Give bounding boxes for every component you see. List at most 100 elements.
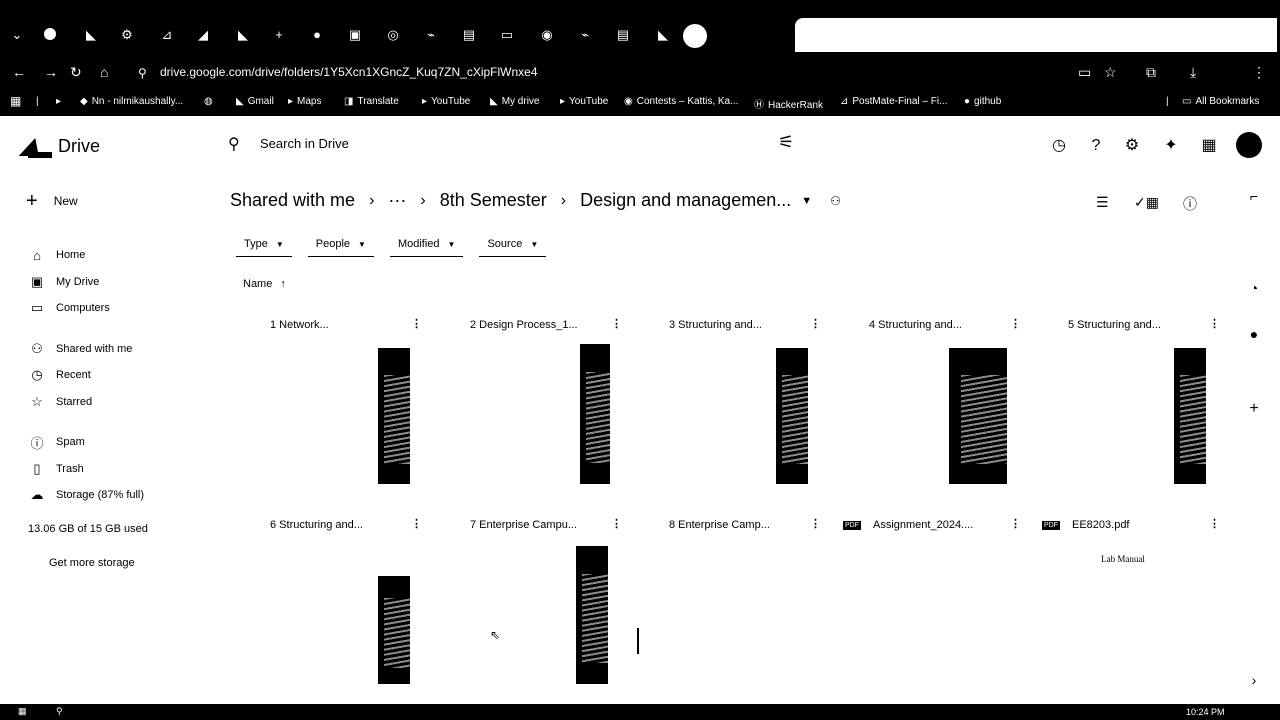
url-text[interactable]: drive.google.com/drive/folders/1Y5Xcn1XG… — [160, 65, 538, 79]
breadcrumb-ellipsis[interactable]: ··· — [388, 190, 406, 211]
search-icon[interactable]: ⚲ — [228, 134, 240, 154]
globe-icon[interactable]: ◍ — [204, 96, 213, 107]
site-info-icon[interactable]: ⚲ — [138, 66, 147, 80]
more-options-icon[interactable]: ⋮ — [411, 517, 422, 530]
search-input[interactable] — [260, 136, 710, 151]
apps-grid-icon[interactable]: ▦ — [10, 94, 21, 108]
sort-by-name[interactable]: Name ↑ — [243, 278, 286, 290]
bookmark-item[interactable]: ▸ YouTube — [422, 96, 470, 107]
bookmark-item[interactable]: ◆ Nn - nilmikaushally... — [80, 96, 183, 107]
reload-icon[interactable]: ↻ — [70, 64, 82, 81]
tab-favicon-icon[interactable]: ▣ — [346, 26, 364, 44]
contacts-icon[interactable]: ● — [1244, 326, 1264, 342]
more-options-icon[interactable]: ⋮ — [1209, 317, 1220, 330]
search-icon[interactable]: ⚲ — [56, 706, 63, 717]
all-bookmarks[interactable]: ▭ All Bookmarks — [1182, 96, 1259, 107]
info-icon[interactable]: ⓘ — [1183, 194, 1197, 214]
tab-favicon-icon[interactable]: ◎ — [384, 26, 402, 44]
sidebar-item-spam[interactable]: ⓘ Spam — [20, 429, 190, 456]
grid-view-icon[interactable]: ✓▦ — [1134, 194, 1159, 211]
sidebar-item-computers[interactable]: ▭ Computers — [20, 295, 190, 322]
file-card[interactable]: 7 Enterprise Campu... ⋮ — [460, 516, 632, 692]
tab-favicon-icon[interactable]: ⌁ — [576, 26, 594, 44]
tab-favicon-icon[interactable] — [683, 24, 707, 48]
side-panel-toggle-icon[interactable]: ⌐ — [1244, 188, 1264, 204]
folder-menu-caret-icon[interactable]: ▼ — [801, 195, 812, 207]
system-clock[interactable]: 10:24 PM — [1186, 707, 1225, 717]
download-icon[interactable]: ⤓ — [1190, 64, 1196, 81]
tab-list-chevron-icon[interactable]: ⌄ — [8, 26, 26, 44]
install-app-icon[interactable]: ▭ — [1078, 64, 1091, 81]
tab-favicon-icon[interactable] — [44, 28, 56, 40]
file-card[interactable]: 4 Structuring and... ⋮ — [859, 316, 1031, 492]
file-card[interactable]: 2 Design Process_1... ⋮ — [460, 316, 632, 492]
tab-favicon-icon[interactable]: ⚙ — [118, 26, 136, 44]
sidebar-item-home[interactable]: ⌂ Home — [20, 242, 190, 269]
more-options-icon[interactable]: ⋮ — [1010, 317, 1021, 330]
tasks-icon[interactable]: ◔ — [1244, 280, 1264, 296]
start-icon[interactable]: ▦ — [18, 706, 27, 717]
filter-type[interactable]: Type ▼ — [236, 238, 292, 257]
sidebar-item-trash[interactable]: ▯ Trash — [20, 456, 190, 483]
tab-favicon-icon[interactable]: ⌁ — [422, 26, 440, 44]
sidebar-item-my-drive[interactable]: ▣ My Drive — [20, 269, 190, 296]
more-options-icon[interactable]: ⋮ — [810, 517, 821, 530]
shared-folder-icon[interactable]: ⚇ — [830, 194, 841, 208]
file-card[interactable]: 3 Structuring and... ⋮ — [659, 316, 831, 492]
breadcrumb-current[interactable]: Design and managemen... — [580, 190, 791, 211]
get-more-storage-button[interactable]: Get more storage — [49, 557, 135, 569]
sidebar-item-recent[interactable]: ◷ Recent — [20, 362, 190, 389]
more-options-icon[interactable]: ⋮ — [1010, 517, 1021, 530]
forward-arrow-icon[interactable]: → — [44, 64, 58, 80]
active-tab[interactable] — [795, 18, 1277, 52]
search-options-icon[interactable]: ⚟ — [778, 132, 794, 153]
add-addon-icon[interactable]: + — [1244, 400, 1264, 418]
more-options-icon[interactable]: ⋮ — [1209, 517, 1220, 530]
tab-favicon-icon[interactable]: ◣ — [82, 26, 100, 44]
browser-menu-icon[interactable]: ⋮ — [1252, 64, 1266, 81]
github-tab-icon[interactable]: ● — [308, 26, 326, 44]
breadcrumb-root[interactable]: Shared with me — [230, 190, 355, 211]
tab-favicon-icon[interactable]: ▤ — [614, 26, 632, 44]
bookmark-item[interactable]: ▸ YouTube — [560, 96, 608, 107]
sidebar-item-shared-with-me[interactable]: ⚇ Shared with me — [20, 336, 190, 363]
tab-favicon-icon[interactable]: ◣ — [654, 26, 672, 44]
tab-favicon-icon[interactable]: ◉ — [538, 26, 556, 44]
bookmark-folder-icon[interactable]: ▸ — [56, 96, 61, 107]
file-card[interactable]: PDF Assignment_2024.... ⋮ — [839, 516, 1021, 692]
more-options-icon[interactable]: ⋮ — [810, 317, 821, 330]
file-card[interactable]: 6 Structuring and... ⋮ — [260, 516, 432, 692]
bookmark-item[interactable]: ▸ Maps — [288, 96, 321, 107]
filter-people[interactable]: People ▼ — [307, 238, 374, 257]
tab-favicon-icon[interactable]: + — [270, 26, 288, 44]
google-apps-icon[interactable]: ▦ — [1199, 136, 1219, 156]
more-options-icon[interactable]: ⋮ — [611, 317, 622, 330]
sidebar-item-starred[interactable]: ☆ Starred — [20, 389, 190, 416]
bookmark-item[interactable]: ◣ My drive — [490, 96, 540, 107]
settings-gear-icon[interactable]: ⚙ — [1122, 136, 1142, 156]
bookmark-item[interactable]: ⊿ PostMate-Final – Fi... — [840, 96, 947, 107]
bookmark-item[interactable]: Ⓗ HackerRank — [754, 96, 823, 111]
file-card[interactable]: PDF EE8203.pdf ⋮ Lab Manual — [1038, 516, 1220, 692]
new-button[interactable]: + New — [26, 191, 78, 211]
sidebar-item-storage[interactable]: ☁ Storage (87% full) — [20, 482, 190, 509]
bookmark-star-icon[interactable]: ☆ — [1104, 64, 1117, 81]
drive-logo[interactable]: Drive — [22, 134, 100, 158]
filter-modified[interactable]: Modified ▼ — [389, 238, 464, 257]
tab-favicon-icon[interactable]: ▤ — [460, 26, 478, 44]
account-avatar[interactable] — [1236, 132, 1262, 158]
expand-panel-chevron-icon[interactable]: › — [1244, 672, 1264, 688]
more-options-icon[interactable]: ⋮ — [611, 517, 622, 530]
bookmark-item[interactable]: ◉ Contests – Kattis, Ka... — [624, 96, 738, 107]
gemini-sparkle-icon[interactable]: ✦ — [1161, 136, 1181, 156]
bookmark-item[interactable]: ● github — [964, 96, 1001, 107]
tab-favicon-icon[interactable]: ⊿ — [158, 26, 176, 44]
bookmark-item[interactable]: ◨ Translate — [344, 96, 399, 107]
home-icon[interactable]: ⌂ — [100, 64, 108, 80]
offline-ready-icon[interactable]: ◷ — [1049, 136, 1069, 156]
bookmark-item[interactable]: ◣ Gmail — [236, 96, 274, 107]
file-card[interactable]: 8 Enterprise Camp... ⋮ — [637, 516, 831, 692]
tab-favicon-icon[interactable]: ▭ — [498, 26, 516, 44]
help-icon[interactable]: ? — [1086, 136, 1106, 156]
filter-source[interactable]: Source ▼ — [479, 238, 547, 257]
